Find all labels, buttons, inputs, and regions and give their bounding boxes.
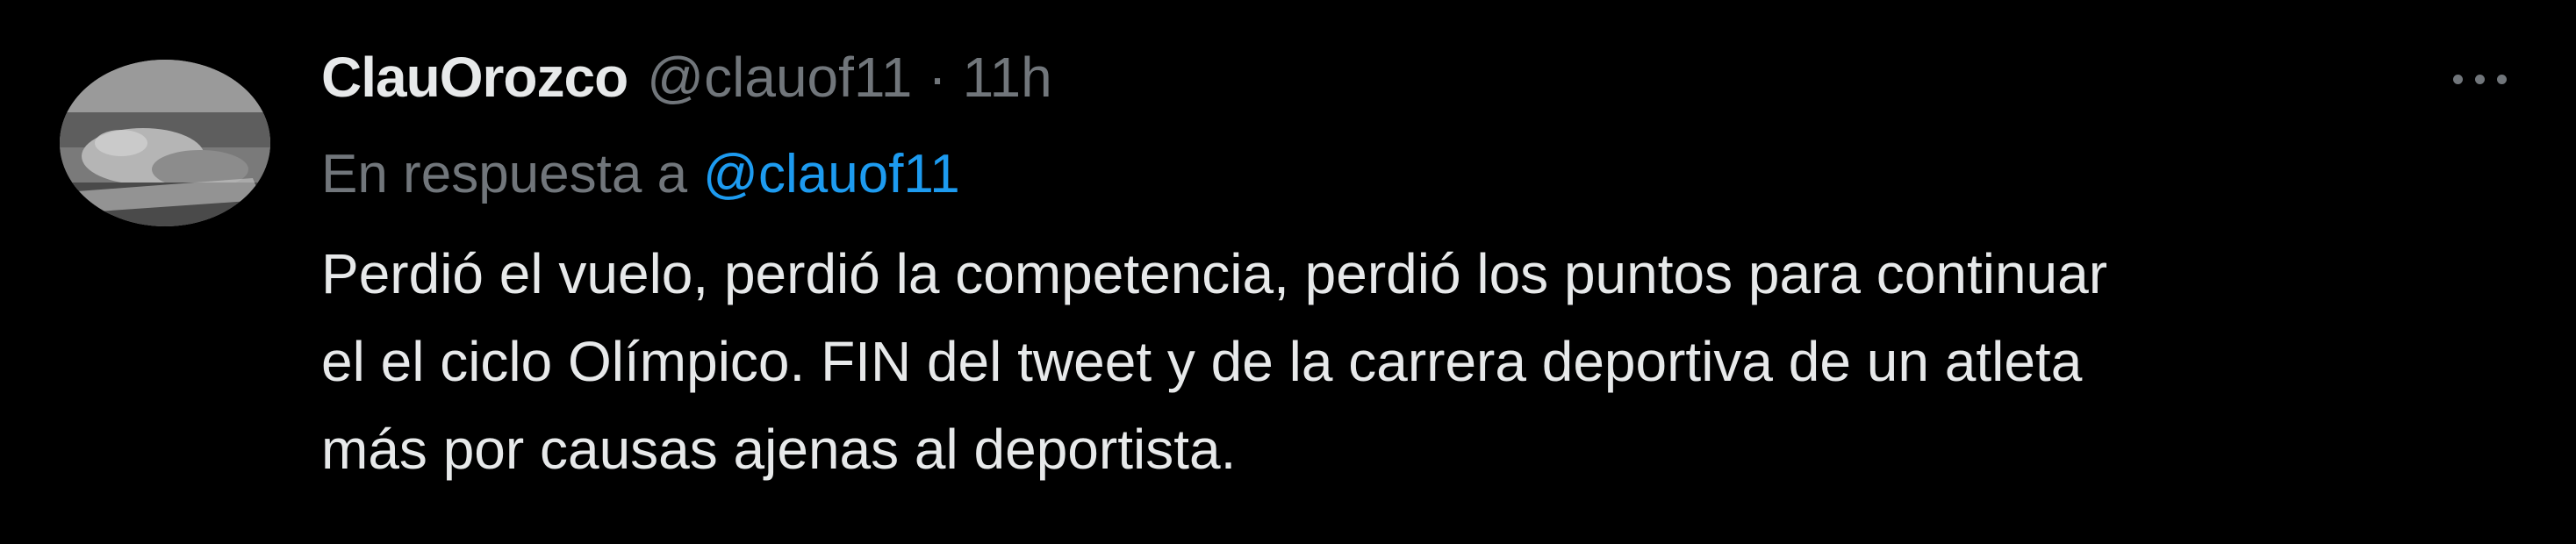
more-horizontal-icon (2452, 74, 2507, 84)
avatar[interactable] (60, 60, 270, 226)
reply-context: En respuesta a @clauof11 (321, 139, 960, 209)
tweet-card[interactable]: ClauOrozco @clauof11 · 11h En respuesta … (0, 0, 2576, 544)
more-options-button[interactable] (2431, 53, 2528, 105)
tweet-text-line: el el ciclo Olímpico. FIN del tweet y de… (321, 330, 2083, 393)
timestamp[interactable]: 11h (963, 45, 1052, 110)
tweet-header: ClauOrozco @clauof11 · 11h (321, 42, 1052, 112)
avatar-image (60, 60, 270, 226)
tweet-text-line: Perdió el vuelo, perdió la competencia, … (321, 242, 2108, 305)
reply-to-link[interactable]: @clauof11 (703, 143, 960, 205)
reply-prefix: En respuesta a (321, 143, 688, 204)
separator-dot: · (928, 46, 947, 109)
display-name[interactable]: ClauOrozco (321, 45, 628, 110)
user-handle[interactable]: @clauof11 (647, 45, 912, 110)
tweet-text: Perdió el vuelo, perdió la competencia, … (321, 230, 2472, 493)
tweet-text-line: más por causas ajenas al deportista. (321, 418, 1237, 481)
